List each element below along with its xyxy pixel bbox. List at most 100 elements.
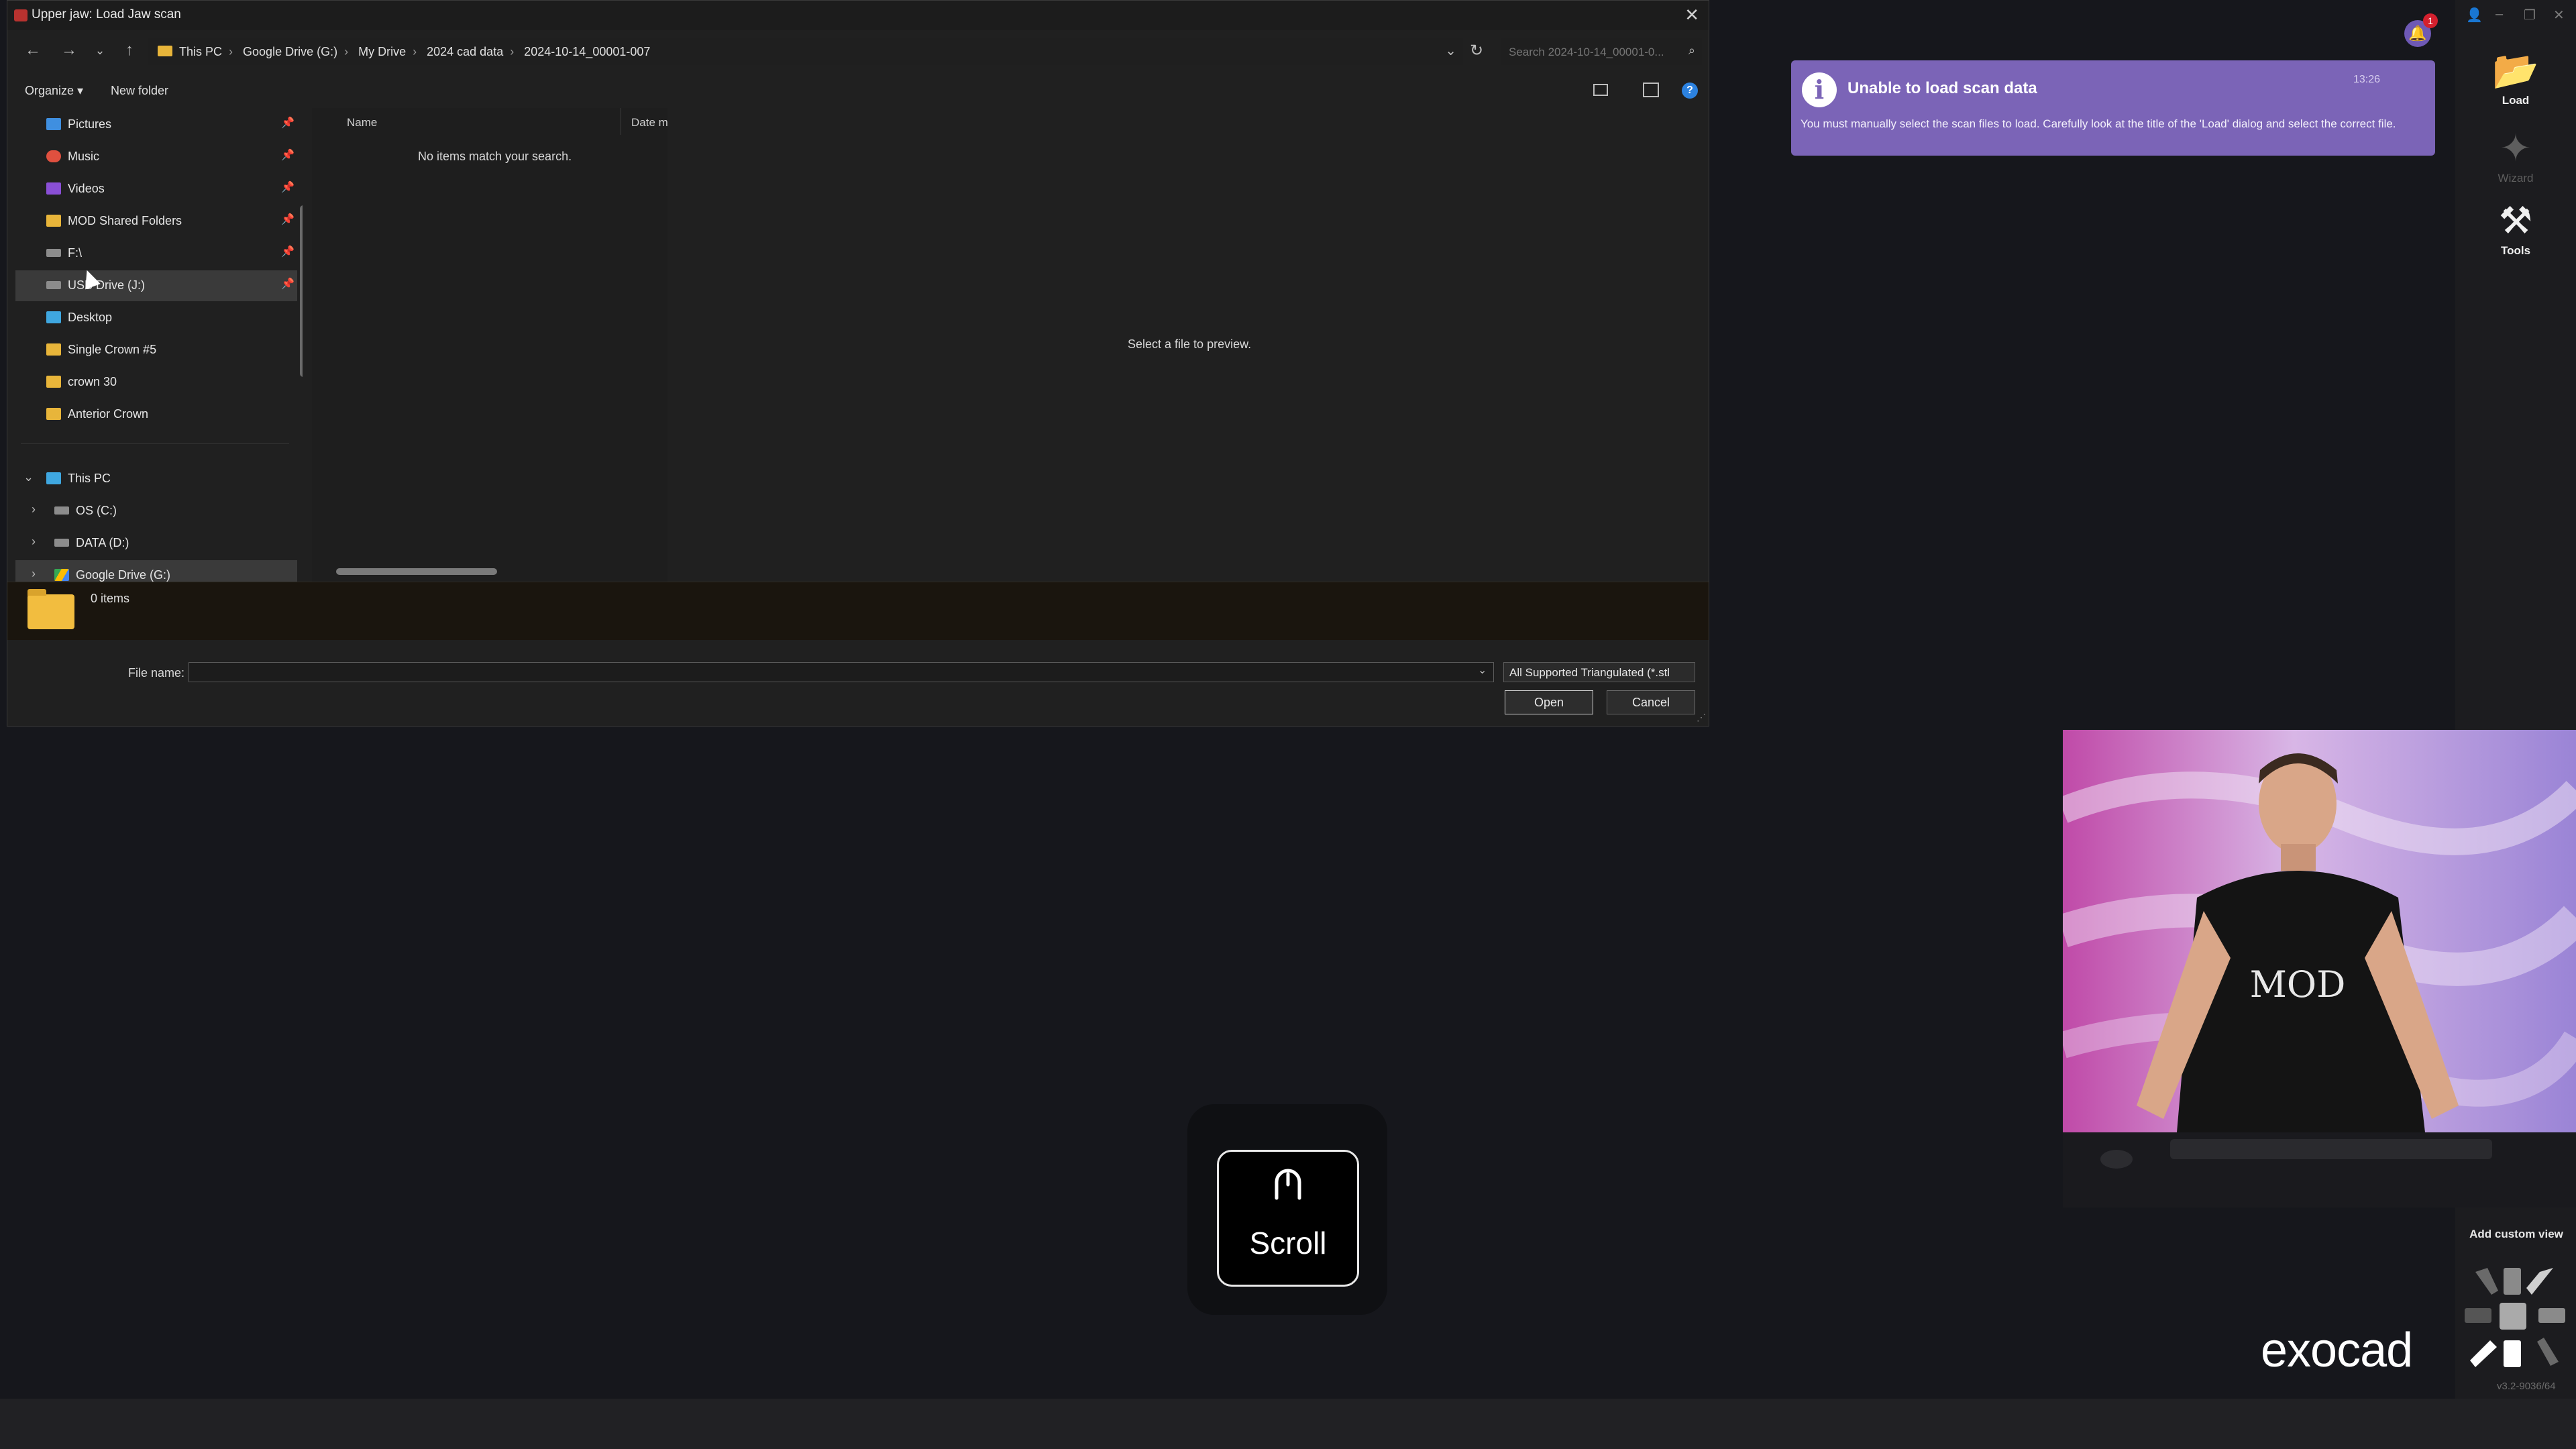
- google-drive-icon: [54, 569, 69, 581]
- sidebar-item-videos[interactable]: Videos 📌: [15, 174, 297, 205]
- breadcrumb-item[interactable]: My Drive: [358, 45, 406, 58]
- file-list: Name Date m No items match your search.: [312, 108, 668, 582]
- new-folder-button[interactable]: New folder: [111, 84, 168, 98]
- resize-grip-icon[interactable]: ⋰: [1697, 712, 1706, 723]
- sidebar-item-label: F:\: [68, 246, 82, 260]
- tools-icon: ⚒: [2498, 199, 2533, 241]
- open-button[interactable]: Open: [1505, 690, 1593, 714]
- sidebar-item-label: Desktop: [68, 311, 113, 324]
- notification-toast[interactable]: i Unable to load scan data 13:26 You mus…: [1791, 60, 2435, 156]
- navigation-pane: Pictures 📌 Music 📌 Videos 📌 MOD Shared F…: [7, 108, 303, 582]
- up-arrow-icon[interactable]: ↑: [119, 41, 140, 60]
- close-icon[interactable]: ✕: [1684, 5, 1699, 25]
- sidebar-item-mod-shared-folders[interactable]: MOD Shared Folders 📌: [15, 206, 297, 237]
- add-custom-view-button[interactable]: Add custom view: [2459, 1228, 2573, 1241]
- sidebar-item-f-drive[interactable]: F:\ 📌: [15, 238, 297, 269]
- organize-button[interactable]: Organize ▾: [25, 84, 83, 98]
- pin-icon[interactable]: 📌: [281, 180, 294, 194]
- minimize-icon[interactable]: –: [2496, 7, 2503, 22]
- horizontal-scrollbar[interactable]: [336, 568, 497, 575]
- chevron-down-icon[interactable]: ⌄: [1478, 663, 1487, 677]
- sidebar-item-desktop[interactable]: Desktop: [15, 303, 297, 333]
- pin-icon[interactable]: 📌: [281, 148, 294, 162]
- sidebar-item-pictures[interactable]: Pictures 📌: [15, 109, 297, 140]
- notification-body: You must manually select the scan files …: [1801, 117, 2396, 130]
- wizard-label: Wizard: [2498, 172, 2534, 184]
- sidebar-item-label: Pictures: [68, 117, 112, 131]
- breadcrumb-item[interactable]: Google Drive (G:): [243, 45, 337, 58]
- column-header-date[interactable]: Date m: [631, 116, 668, 129]
- sidebar-divider: [21, 443, 289, 444]
- back-arrow-icon[interactable]: ←: [22, 41, 44, 60]
- details-pane: 0 items: [7, 582, 1709, 640]
- pictures-icon: [46, 118, 61, 130]
- search-input[interactable]: [1507, 44, 1671, 61]
- items-count: 0 items: [91, 592, 130, 605]
- pin-icon[interactable]: 📌: [281, 277, 294, 290]
- sidebar-item-google-drive[interactable]: › Google Drive (G:): [15, 560, 297, 582]
- sidebar-item-label: USB Drive (J:): [68, 278, 146, 292]
- sidebar-item-music[interactable]: Music 📌: [15, 142, 297, 172]
- load-button[interactable]: 📂 Load: [2482, 47, 2549, 107]
- sidebar-item-usb-drive[interactable]: USB Drive (J:) 📌: [15, 270, 297, 301]
- notification-badge: 1: [2423, 13, 2438, 28]
- search-box[interactable]: ⌕: [1501, 38, 1702, 65]
- chevron-right-icon: ›: [510, 45, 515, 58]
- file-name-input[interactable]: [189, 662, 1494, 682]
- sidebar-item-label: OS (C:): [76, 504, 117, 517]
- sidebar-item-label: Single Crown #5: [68, 343, 157, 356]
- sidebar-item-single-crown-5[interactable]: Single Crown #5: [15, 335, 297, 366]
- breadcrumb-item[interactable]: This PC: [179, 45, 222, 58]
- chevron-right-icon[interactable]: ›: [32, 502, 36, 517]
- pin-icon[interactable]: 📌: [281, 116, 294, 129]
- videos-icon: [46, 182, 61, 195]
- pin-icon[interactable]: 📌: [281, 245, 294, 258]
- maximize-icon[interactable]: ❐: [2524, 7, 2536, 23]
- view-direction-widget-icon[interactable]: [2465, 1268, 2565, 1368]
- load-label: Load: [2502, 94, 2530, 107]
- chevron-right-icon[interactable]: ›: [32, 567, 36, 581]
- sidebar-item-os-c[interactable]: › OS (C:): [15, 496, 297, 527]
- address-bar[interactable]: This PC › Google Drive (G:) › My Drive › 20…: [148, 38, 1463, 65]
- search-icon[interactable]: ⌕: [1688, 44, 1695, 58]
- breadcrumb-item[interactable]: 2024-10-14_00001-007: [524, 45, 650, 58]
- forward-arrow-icon[interactable]: →: [58, 41, 80, 60]
- drive-icon: [54, 539, 69, 547]
- scroll-label: Scroll: [1249, 1226, 1327, 1260]
- refresh-icon[interactable]: ↻: [1470, 41, 1483, 60]
- folder-icon: [46, 343, 61, 356]
- sidebar-item-label: MOD Shared Folders: [68, 214, 182, 227]
- cancel-button[interactable]: Cancel: [1607, 690, 1695, 714]
- wizard-button[interactable]: ✦ Wizard: [2482, 125, 2549, 185]
- change-view-icon[interactable]: [1593, 84, 1608, 96]
- sidebar-item-data-d[interactable]: › DATA (D:): [15, 528, 297, 559]
- preview-pane-icon[interactable]: [1643, 83, 1659, 97]
- sidebar-scrollbar[interactable]: [300, 205, 303, 377]
- user-icon[interactable]: 👤: [2466, 7, 2483, 23]
- sidebar-item-label: Videos: [68, 182, 105, 195]
- taskbar: [0, 1399, 2576, 1449]
- file-type-select[interactable]: All Supported Triangulated (*.stl: [1503, 662, 1695, 682]
- folder-icon: [46, 376, 61, 388]
- recent-locations-chevron-icon[interactable]: ⌄: [89, 44, 111, 58]
- version-label: v3.2-9036/64: [2497, 1381, 2556, 1392]
- open-folder-icon: 📂: [2492, 49, 2539, 91]
- exocad-app-icon: [14, 9, 28, 21]
- column-header-name[interactable]: Name: [347, 116, 377, 129]
- sidebar-item-anterior-crown[interactable]: Anterior Crown: [15, 399, 297, 430]
- chevron-down-icon[interactable]: ⌄: [23, 470, 34, 484]
- help-icon[interactable]: ?: [1682, 83, 1698, 99]
- close-icon[interactable]: ✕: [2553, 7, 2565, 23]
- usb-drive-icon: [46, 281, 61, 289]
- tools-button[interactable]: ⚒ Tools: [2482, 197, 2549, 258]
- sidebar-item-this-pc[interactable]: ⌄ This PC: [15, 464, 297, 494]
- sidebar-item-crown-30[interactable]: crown 30: [15, 367, 297, 398]
- breadcrumb-item[interactable]: 2024 cad data: [427, 45, 503, 58]
- sidebar-item-label: Music: [68, 150, 100, 163]
- file-open-dialog: Upper jaw: Load Jaw scan ✕ ← → ⌄ ↑ This …: [7, 0, 1709, 727]
- drive-icon: [54, 506, 69, 515]
- chevron-right-icon[interactable]: ›: [32, 535, 36, 549]
- sidebar-item-label: DATA (D:): [76, 536, 129, 549]
- chevron-down-icon[interactable]: ⌄: [1445, 42, 1456, 59]
- pin-icon[interactable]: 📌: [281, 213, 294, 226]
